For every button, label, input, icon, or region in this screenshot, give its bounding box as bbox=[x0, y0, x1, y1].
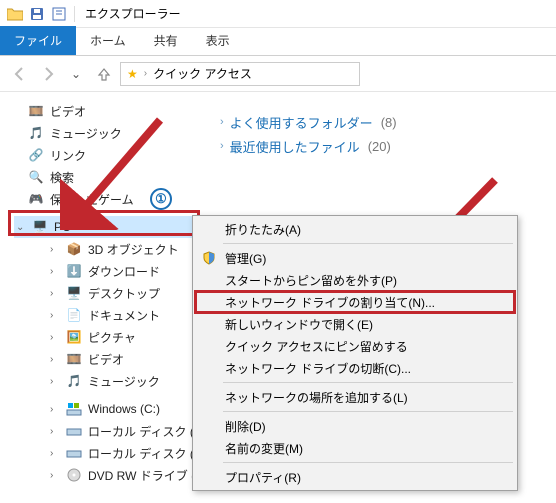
context-menu: 折りたたみ(A) 管理(G) スタートからピン留めを外す(P) ネットワーク ド… bbox=[192, 215, 518, 491]
ctx-pin-quick[interactable]: クイック アクセスにピン留めする bbox=[195, 335, 515, 357]
tree-item-downloads[interactable]: ›⬇️ダウンロード bbox=[14, 260, 210, 282]
tree-item-music2[interactable]: ›🎵ミュージック bbox=[14, 370, 210, 392]
back-button[interactable] bbox=[8, 62, 32, 86]
chevron-right-icon[interactable]: › bbox=[50, 310, 60, 321]
group-frequent[interactable]: › よく使用するフォルダー (8) bbox=[220, 110, 546, 134]
tab-share[interactable]: 共有 bbox=[140, 26, 192, 55]
game-icon: 🎮 bbox=[28, 191, 44, 207]
ctx-unpin-start[interactable]: スタートからピン留めを外す(P) bbox=[195, 269, 515, 291]
chevron-right-icon[interactable]: › bbox=[50, 266, 60, 277]
window-title: エクスプローラー bbox=[85, 5, 181, 22]
tree-item-search[interactable]: 🔍検索 bbox=[14, 166, 210, 188]
tree-item-videos[interactable]: 🎞️ビデオ bbox=[14, 100, 210, 122]
film-icon: 🎞️ bbox=[66, 351, 82, 367]
ribbon: ファイル ホーム 共有 表示 bbox=[0, 28, 556, 56]
shield-icon bbox=[201, 250, 217, 266]
titlebar: エクスプローラー bbox=[0, 0, 556, 28]
group-count: (8) bbox=[381, 115, 397, 130]
tree-item-pc[interactable]: ⌄ 🖥️ PC bbox=[14, 216, 210, 238]
film-icon: 🎞️ bbox=[28, 103, 44, 119]
desktop-icon: 🖥️ bbox=[66, 285, 82, 301]
tree-item-savedgames[interactable]: 🎮保存したゲーム bbox=[14, 188, 210, 210]
download-icon: ⬇️ bbox=[66, 263, 82, 279]
breadcrumb-label: クイック アクセス bbox=[153, 65, 252, 82]
ctx-disconnect-drive[interactable]: ネットワーク ドライブの切断(C)... bbox=[195, 357, 515, 379]
quickaccess-icon: ★ bbox=[127, 67, 138, 81]
menu-separator bbox=[223, 382, 513, 383]
dvd-drive-icon bbox=[66, 467, 82, 483]
tree-item-music[interactable]: 🎵ミュージック bbox=[14, 122, 210, 144]
cube-icon: 📦 bbox=[66, 241, 82, 257]
group-recent[interactable]: › 最近使用したファイル (20) bbox=[220, 134, 546, 158]
chevron-right-icon[interactable]: › bbox=[50, 470, 60, 481]
search-icon: 🔍 bbox=[28, 169, 44, 185]
tab-home[interactable]: ホーム bbox=[76, 26, 140, 55]
up-button[interactable] bbox=[92, 62, 116, 86]
chevron-right-icon: › bbox=[220, 116, 224, 128]
menu-separator bbox=[223, 462, 513, 463]
ctx-collapse[interactable]: 折りたたみ(A) bbox=[195, 218, 515, 240]
tree-item-drive-d[interactable]: ›ローカル ディスク (D:) bbox=[14, 420, 210, 442]
separator bbox=[74, 6, 75, 22]
tree-item-drive-c[interactable]: ›Windows (C:) bbox=[14, 398, 210, 420]
props-icon[interactable] bbox=[50, 5, 68, 23]
chevron-right-icon[interactable]: › bbox=[50, 426, 60, 437]
chevron-right-icon: › bbox=[144, 68, 147, 79]
menu-separator bbox=[223, 411, 513, 412]
chevron-right-icon[interactable]: › bbox=[50, 448, 60, 459]
save-icon[interactable] bbox=[28, 5, 46, 23]
chevron-right-icon[interactable]: › bbox=[50, 244, 60, 255]
windows-drive-icon bbox=[66, 401, 82, 417]
breadcrumb[interactable]: ★ › クイック アクセス bbox=[120, 62, 360, 86]
ctx-map-network-drive[interactable]: ネットワーク ドライブの割り当て(N)... bbox=[195, 291, 515, 313]
drive-icon bbox=[66, 445, 82, 461]
chevron-right-icon[interactable]: › bbox=[50, 376, 60, 387]
picture-icon: 🖼️ bbox=[66, 329, 82, 345]
folder-icon bbox=[6, 5, 24, 23]
pc-icon: 🖥️ bbox=[32, 219, 48, 235]
tree-item-documents[interactable]: ›📄ドキュメント bbox=[14, 304, 210, 326]
tab-view[interactable]: 表示 bbox=[192, 26, 244, 55]
music-icon: 🎵 bbox=[66, 373, 82, 389]
address-bar: ⌄ ★ › クイック アクセス bbox=[0, 56, 556, 92]
tree-item-drive-f[interactable]: ›DVD RW ドライブ (F:) bbox=[14, 464, 210, 486]
document-icon: 📄 bbox=[66, 307, 82, 323]
forward-button[interactable] bbox=[36, 62, 60, 86]
group-count: (20) bbox=[368, 139, 391, 154]
ctx-manage[interactable]: 管理(G) bbox=[195, 247, 515, 269]
group-label: よく使用するフォルダー bbox=[230, 113, 373, 132]
group-label: 最近使用したファイル bbox=[230, 137, 360, 156]
tree-item-drive-e[interactable]: ›ローカル ディスク (E:) bbox=[14, 442, 210, 464]
chevron-right-icon[interactable]: › bbox=[50, 288, 60, 299]
tab-file[interactable]: ファイル bbox=[0, 26, 76, 55]
chevron-down-icon[interactable]: ⌄ bbox=[16, 222, 26, 233]
ctx-add-location[interactable]: ネットワークの場所を追加する(L) bbox=[195, 386, 515, 408]
tree-item-desktop[interactable]: ›🖥️デスクトップ bbox=[14, 282, 210, 304]
ctx-properties[interactable]: プロパティ(R) bbox=[195, 466, 515, 488]
recent-dropdown[interactable]: ⌄ bbox=[64, 62, 88, 86]
chevron-right-icon: › bbox=[220, 140, 224, 152]
chevron-right-icon[interactable]: › bbox=[50, 332, 60, 343]
nav-tree: 🎞️ビデオ 🎵ミュージック 🔗リンク 🔍検索 🎮保存したゲーム ⌄ 🖥️ PC … bbox=[0, 92, 210, 503]
tree-item-videos2[interactable]: ›🎞️ビデオ bbox=[14, 348, 210, 370]
menu-separator bbox=[223, 243, 513, 244]
tree-item-3dobjects[interactable]: ›📦3D オブジェクト bbox=[14, 238, 210, 260]
chevron-right-icon[interactable]: › bbox=[50, 354, 60, 365]
ctx-rename[interactable]: 名前の変更(M) bbox=[195, 437, 515, 459]
music-icon: 🎵 bbox=[28, 125, 44, 141]
tree-item-links[interactable]: 🔗リンク bbox=[14, 144, 210, 166]
chevron-right-icon[interactable]: › bbox=[50, 404, 60, 415]
link-icon: 🔗 bbox=[28, 147, 44, 163]
ctx-new-window[interactable]: 新しいウィンドウで開く(E) bbox=[195, 313, 515, 335]
drive-icon bbox=[66, 423, 82, 439]
ctx-delete[interactable]: 削除(D) bbox=[195, 415, 515, 437]
tree-item-pictures[interactable]: ›🖼️ピクチャ bbox=[14, 326, 210, 348]
